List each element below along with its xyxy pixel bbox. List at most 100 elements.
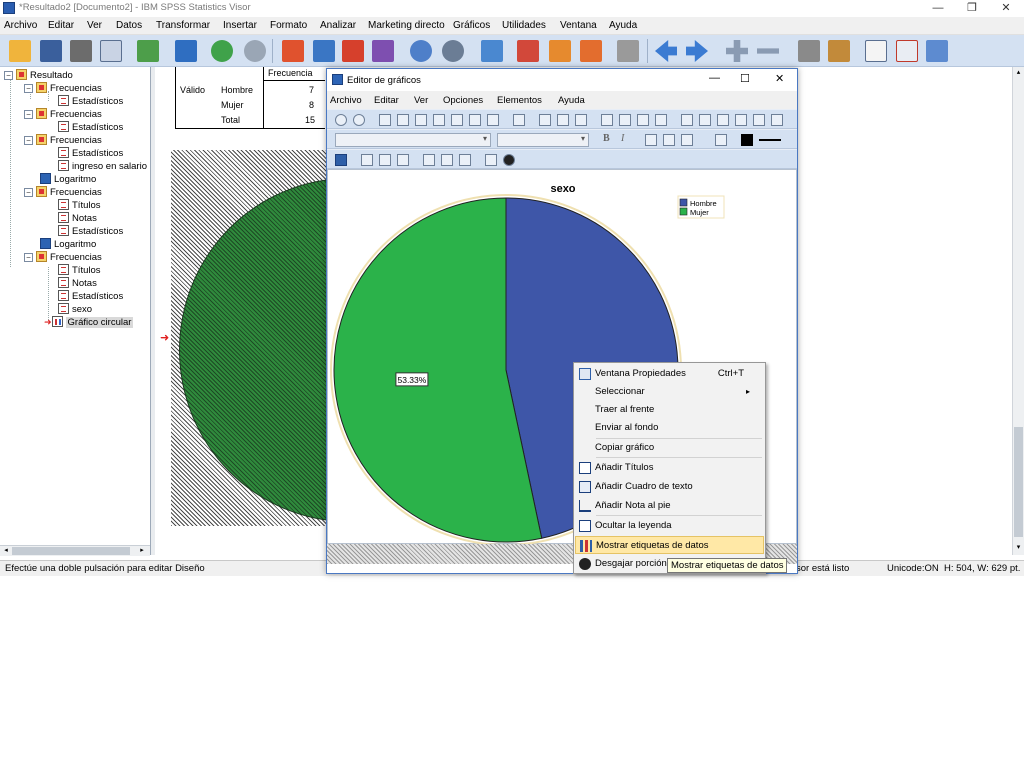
- menu-insertar[interactable]: Insertar: [223, 20, 257, 31]
- collapse-toggle-icon[interactable]: −: [24, 110, 33, 119]
- redo-icon[interactable]: [244, 40, 266, 62]
- tree-node-sexo[interactable]: sexo: [58, 303, 92, 316]
- y-axis-icon[interactable]: [469, 114, 481, 126]
- undo-icon[interactable]: [211, 40, 233, 62]
- menu-item-ventana-propiedades[interactable]: Ventana Propiedades Ctrl+T: [575, 365, 764, 383]
- menu-ventana[interactable]: Ventana: [560, 20, 597, 31]
- editor-menu-archivo[interactable]: Archivo: [330, 95, 362, 106]
- tree-node-notas[interactable]: Notas: [58, 212, 97, 225]
- arrow-left-icon[interactable]: [655, 40, 677, 62]
- collapse-toggle-icon[interactable]: −: [4, 71, 13, 80]
- goto-data-icon[interactable]: [282, 40, 304, 62]
- italic-button[interactable]: I: [621, 133, 624, 144]
- minimize-button[interactable]: —: [921, 0, 955, 17]
- goto-case-icon[interactable]: [313, 40, 335, 62]
- editor-redo-icon[interactable]: [353, 114, 365, 126]
- expand-icon[interactable]: [726, 40, 748, 62]
- editor-maximize-button[interactable]: ☐: [740, 72, 750, 85]
- tree-node-titulos[interactable]: Títulos: [58, 199, 101, 212]
- tree-node-resultado[interactable]: − Resultado: [4, 69, 73, 82]
- delete-icon[interactable]: [397, 114, 409, 126]
- line-chart-icon[interactable]: [397, 154, 409, 166]
- tree-node-frecuencias[interactable]: − Frecuencias: [24, 251, 102, 264]
- collapse-toggle-icon[interactable]: −: [24, 84, 33, 93]
- ref-line-eq-icon[interactable]: [575, 114, 587, 126]
- tree-horizontal-scrollbar[interactable]: ◂ ▸: [0, 545, 150, 556]
- chart-type-icon[interactable]: [335, 154, 347, 166]
- menu-utilidades[interactable]: Utilidades: [502, 20, 546, 31]
- insert-cases-icon[interactable]: [342, 40, 364, 62]
- pie-data-labels[interactable]: 53.33%: [395, 372, 429, 387]
- chart-title[interactable]: sexo: [550, 183, 575, 195]
- tree-node-estadisticos[interactable]: Estadísticos: [58, 95, 123, 108]
- menu-formato[interactable]: Formato: [270, 20, 307, 31]
- export-icon[interactable]: [137, 40, 159, 62]
- collapse-icon[interactable]: [757, 48, 779, 54]
- menu-ver[interactable]: Ver: [87, 20, 102, 31]
- distribution-curve-icon[interactable]: [485, 154, 497, 166]
- lasso-icon[interactable]: [487, 114, 499, 126]
- split-file-icon[interactable]: [410, 40, 432, 62]
- variables-icon[interactable]: [372, 40, 394, 62]
- tree-node-estadisticos[interactable]: Estadísticos: [58, 225, 123, 238]
- legend-swatch-mujer[interactable]: [679, 207, 688, 216]
- menu-item-seleccionar[interactable]: Seleccionar ▸: [575, 383, 764, 401]
- line-style-swatch[interactable]: [759, 139, 781, 141]
- ref-line-x-icon[interactable]: [539, 114, 551, 126]
- interpolation-icon[interactable]: [717, 114, 729, 126]
- scroll-thumb[interactable]: [1014, 427, 1023, 537]
- fill-color-swatch[interactable]: [741, 134, 753, 146]
- menu-item-ocultar-leyenda[interactable]: Ocultar la leyenda: [575, 517, 764, 535]
- scroll-up-icon[interactable]: ▴: [1014, 68, 1023, 77]
- content-vertical-scrollbar[interactable]: ▴ ▾: [1012, 67, 1024, 555]
- tree-node-frecuencias[interactable]: − Frecuencias: [24, 82, 102, 95]
- editor-menu-opciones[interactable]: Opciones: [443, 95, 483, 106]
- tree-node-estadisticos[interactable]: Estadísticos: [58, 290, 123, 303]
- menu-item-enviar-al-fondo[interactable]: Enviar al fondo: [575, 419, 764, 437]
- collapse-toggle-icon[interactable]: −: [24, 136, 33, 145]
- bar-label-icon[interactable]: [699, 114, 711, 126]
- restore-button[interactable]: ❐: [955, 0, 989, 17]
- ref-line-y-icon[interactable]: [557, 114, 569, 126]
- use-sets-icon[interactable]: [549, 40, 571, 62]
- scroll-down-icon[interactable]: ▾: [1014, 543, 1023, 552]
- footnote-icon[interactable]: [637, 114, 649, 126]
- collapse-toggle-icon[interactable]: −: [24, 188, 33, 197]
- scroll-left-icon[interactable]: ◂: [2, 547, 10, 555]
- x-axis-icon[interactable]: [451, 114, 463, 126]
- fit-line-interpolation-icon[interactable]: [459, 154, 471, 166]
- menu-ayuda[interactable]: Ayuda: [609, 20, 637, 31]
- legend-swatch-hombre[interactable]: [679, 198, 688, 207]
- select-cases-icon[interactable]: [481, 40, 503, 62]
- properties-icon[interactable]: [379, 114, 391, 126]
- title-icon[interactable]: [601, 114, 613, 126]
- show-all-icon[interactable]: [580, 40, 602, 62]
- menu-item-anadir-nota-pie[interactable]: Añadir Nota al pie: [575, 497, 764, 515]
- editor-minimize-button[interactable]: —: [709, 72, 720, 84]
- menu-graficos[interactable]: Gráficos: [453, 20, 490, 31]
- legend-label-mujer[interactable]: Mujer: [690, 208, 709, 217]
- tree-node-frecuencias[interactable]: − Frecuencias: [24, 186, 102, 199]
- tree-node-logaritmo[interactable]: Logaritmo: [40, 173, 96, 186]
- editor-menu-editar[interactable]: Editar: [374, 95, 399, 106]
- editor-close-button[interactable]: ✕: [775, 72, 784, 85]
- frequency-table[interactable]: Frecuencia Válido Hombre 7 Mujer 8 Total…: [175, 67, 325, 129]
- insert-text-icon[interactable]: [926, 40, 948, 62]
- tree-node-frecuencias[interactable]: − Frecuencias: [24, 108, 102, 121]
- menu-item-anadir-cuadro-texto[interactable]: Añadir Cuadro de texto: [575, 478, 764, 496]
- tree-node-estadisticos[interactable]: Estadísticos: [58, 147, 123, 160]
- tree-node-notas[interactable]: Notas: [58, 277, 97, 290]
- annotation-icon[interactable]: [619, 114, 631, 126]
- tree-node-grafico-circular[interactable]: ➜ Gráfico circular: [44, 316, 134, 329]
- editor-menu-ver[interactable]: Ver: [414, 95, 428, 106]
- print-icon[interactable]: [70, 40, 92, 62]
- textbox-icon[interactable]: [513, 114, 525, 126]
- arrow-right-icon[interactable]: [686, 40, 708, 62]
- menu-analizar[interactable]: Analizar: [320, 20, 356, 31]
- scale-icon[interactable]: [433, 114, 445, 126]
- print-preview-icon[interactable]: [100, 40, 122, 62]
- menu-editar[interactable]: Editar: [48, 20, 74, 31]
- weight-icon[interactable]: [442, 40, 464, 62]
- menu-item-anadir-titulos[interactable]: Añadir Títulos: [575, 459, 764, 477]
- collapse-toggle-icon[interactable]: −: [24, 253, 33, 262]
